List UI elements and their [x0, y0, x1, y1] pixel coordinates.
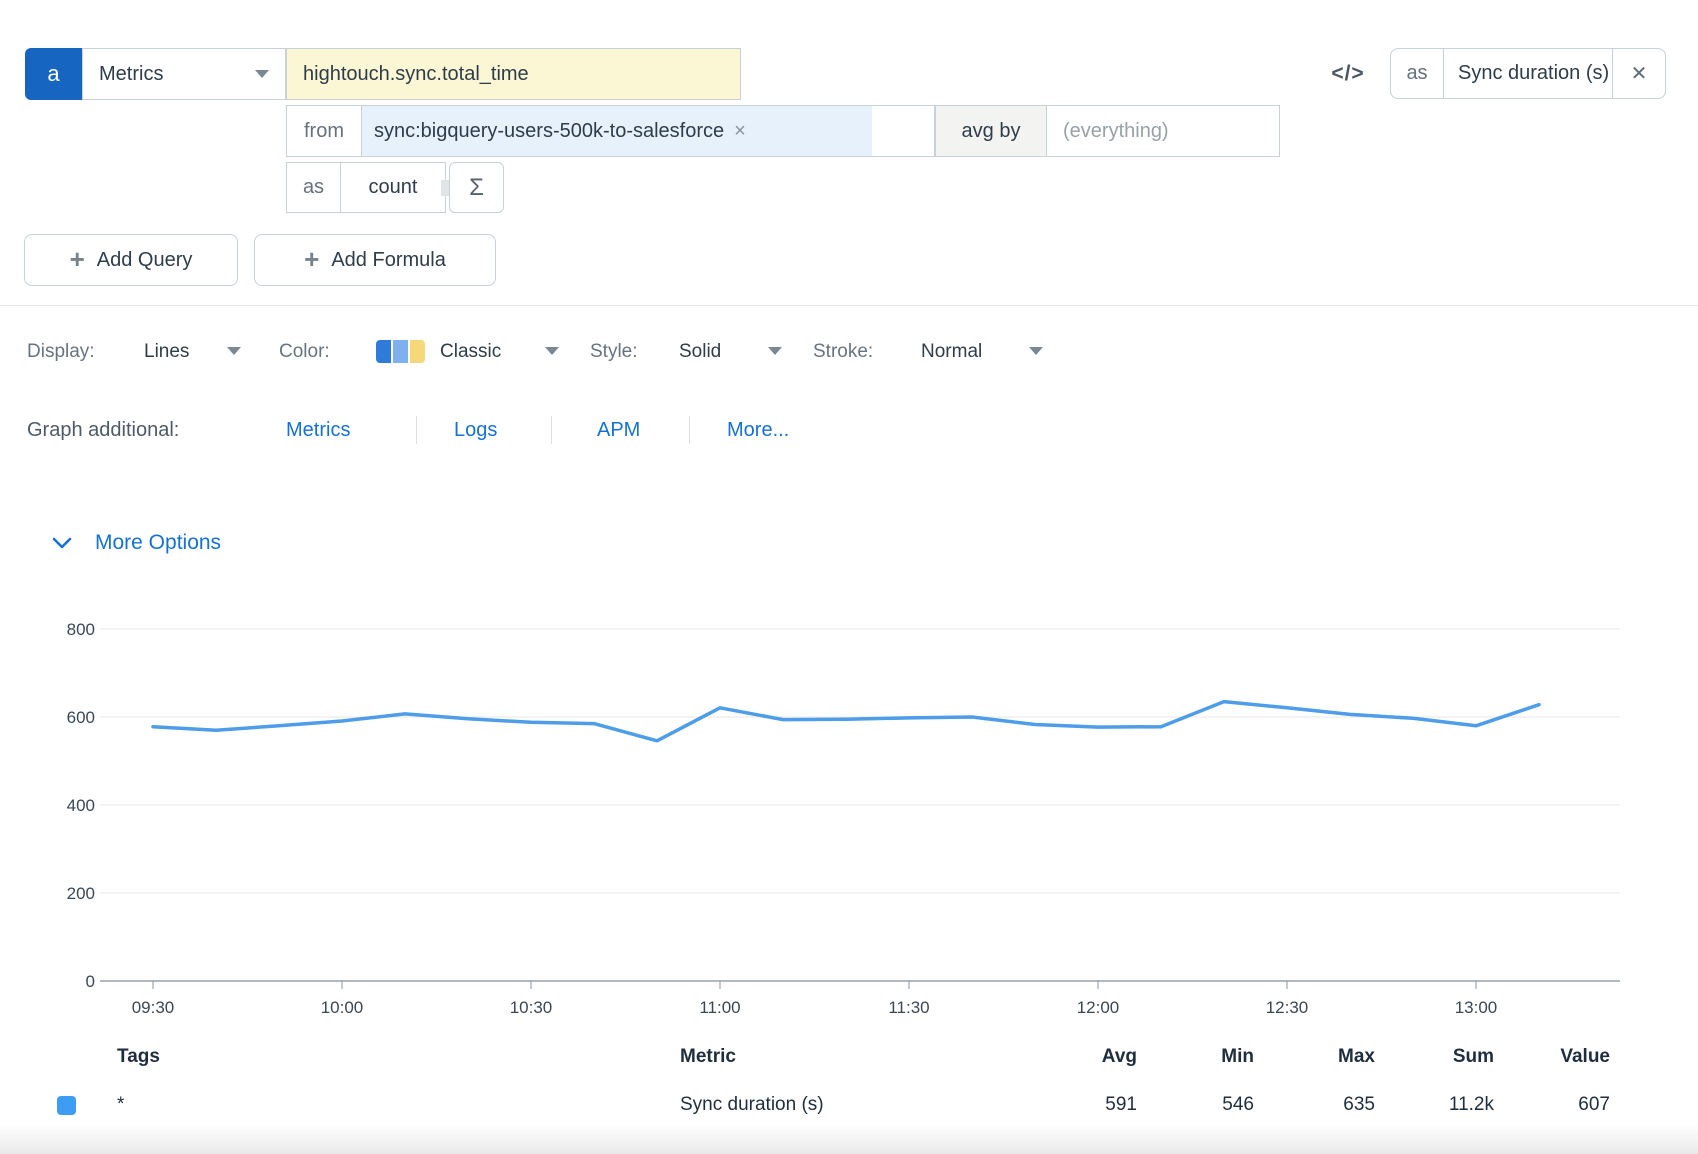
- add-formula-label: Add Formula: [331, 249, 446, 272]
- chevron-down-icon: [51, 536, 73, 550]
- filter-tag-text: sync:bigquery-users-500k-to-salesforce: [374, 120, 724, 143]
- graph-additional-apm-link[interactable]: APM: [597, 419, 640, 442]
- col-header-sum: Sum: [1374, 1046, 1494, 1068]
- more-options-toggle[interactable]: More Options: [51, 531, 221, 555]
- svg-text:12:00: 12:00: [1077, 998, 1120, 1017]
- palette-color-2: [393, 340, 408, 363]
- vertical-separator: [551, 416, 552, 444]
- color-palette-swatch[interactable]: [376, 340, 425, 363]
- chevron-down-icon[interactable]: [1029, 347, 1043, 355]
- row-avg-value: 591: [1017, 1094, 1137, 1116]
- vertical-separator: [416, 416, 417, 444]
- svg-text:10:30: 10:30: [510, 998, 553, 1017]
- col-header-metric: Metric: [680, 1046, 736, 1068]
- group-by-input[interactable]: (everything): [1046, 105, 1280, 157]
- graph-additional-more-link[interactable]: More...: [727, 419, 789, 442]
- metric-name-value: hightouch.sync.total_time: [303, 63, 529, 86]
- rollup-input[interactable]: count: [340, 162, 446, 213]
- data-source-label: Metrics: [99, 63, 163, 86]
- more-options-label: More Options: [95, 531, 221, 555]
- timeseries-chart[interactable]: 0 200 400 600 800 09:30 10:00 10:30 11:00 11:30 12…: [0, 600, 1698, 1040]
- svg-text:11:30: 11:30: [888, 998, 929, 1017]
- query-letter-badge: a: [25, 48, 82, 100]
- from-label: from: [286, 105, 362, 157]
- row-max-value: 635: [1255, 1094, 1375, 1116]
- stroke-select[interactable]: Normal: [921, 341, 982, 363]
- color-label: Color:: [279, 341, 330, 363]
- col-header-avg: Avg: [1017, 1046, 1137, 1068]
- col-header-max: Max: [1255, 1046, 1375, 1068]
- palette-color-1: [376, 340, 391, 363]
- group-by-placeholder: (everything): [1063, 120, 1169, 143]
- filter-input[interactable]: sync:bigquery-users-500k-to-salesforce ×: [361, 105, 935, 157]
- as-label: as: [286, 162, 341, 213]
- style-label: Style:: [590, 341, 638, 363]
- svg-text:12:30: 12:30: [1266, 998, 1309, 1017]
- svg-text:400: 400: [67, 796, 95, 815]
- svg-text:13:00: 13:00: [1455, 998, 1498, 1017]
- svg-text:800: 800: [67, 620, 95, 639]
- chevron-down-icon: [255, 70, 269, 78]
- alias-as-label: as: [1391, 49, 1444, 98]
- col-header-value: Value: [1490, 1046, 1610, 1068]
- series-color-swatch[interactable]: [57, 1096, 76, 1115]
- display-type-select[interactable]: Lines: [144, 341, 189, 363]
- data-source-select[interactable]: Metrics: [82, 48, 286, 100]
- svg-text:0: 0: [86, 972, 95, 991]
- style-select[interactable]: Solid: [679, 341, 721, 363]
- svg-text:09:30: 09:30: [132, 998, 175, 1017]
- line-chart-svg: 0 200 400 600 800 09:30 10:00 10:30 11:00 11:30 12…: [0, 600, 1698, 1040]
- metric-name-input[interactable]: hightouch.sync.total_time: [286, 48, 741, 100]
- col-header-min: Min: [1134, 1046, 1254, 1068]
- svg-text:600: 600: [67, 708, 95, 727]
- section-divider: [0, 305, 1698, 306]
- color-scheme-select[interactable]: Classic: [440, 341, 501, 363]
- palette-color-3: [410, 340, 425, 363]
- plus-icon: +: [70, 246, 85, 272]
- row-value-value: 607: [1490, 1094, 1610, 1116]
- metric-query-editor: a Metrics hightouch.sync.total_time from…: [0, 0, 1698, 1154]
- remove-tag-icon[interactable]: ×: [734, 120, 746, 143]
- graph-additional-metrics-link[interactable]: Metrics: [286, 419, 350, 442]
- chevron-down-icon[interactable]: [768, 347, 782, 355]
- svg-text:200: 200: [67, 884, 95, 903]
- svg-text:10:00: 10:00: [321, 998, 364, 1017]
- col-header-tags: Tags: [117, 1046, 160, 1068]
- sigma-button[interactable]: Σ: [449, 162, 504, 213]
- chevron-down-icon[interactable]: [227, 347, 241, 355]
- row-tag-value[interactable]: *: [117, 1094, 124, 1116]
- plus-icon: +: [304, 246, 319, 272]
- vertical-separator: [689, 416, 690, 444]
- display-label: Display:: [27, 341, 95, 363]
- filter-tag-chip[interactable]: sync:bigquery-users-500k-to-salesforce ×: [362, 106, 872, 156]
- graph-additional-label: Graph additional:: [27, 419, 179, 442]
- alias-group: as Sync duration (s) ✕: [1390, 48, 1666, 99]
- add-formula-button[interactable]: + Add Formula: [254, 234, 496, 286]
- graph-additional-logs-link[interactable]: Logs: [454, 419, 497, 442]
- alias-input[interactable]: Sync duration (s): [1444, 49, 1612, 98]
- row-metric-name[interactable]: Sync duration (s): [680, 1094, 824, 1116]
- stroke-label: Stroke:: [813, 341, 873, 363]
- aggregator-button[interactable]: avg by: [935, 105, 1047, 157]
- row-sum-value: 11.2k: [1374, 1094, 1494, 1116]
- chevron-down-icon[interactable]: [545, 347, 559, 355]
- row-min-value: 546: [1134, 1094, 1254, 1116]
- add-query-button[interactable]: + Add Query: [24, 234, 238, 286]
- close-icon[interactable]: ✕: [1612, 49, 1665, 98]
- bottom-fade: [0, 1124, 1698, 1154]
- add-query-label: Add Query: [97, 249, 193, 272]
- code-view-toggle-icon[interactable]: </>: [1326, 58, 1370, 90]
- svg-text:11:00: 11:00: [699, 998, 740, 1017]
